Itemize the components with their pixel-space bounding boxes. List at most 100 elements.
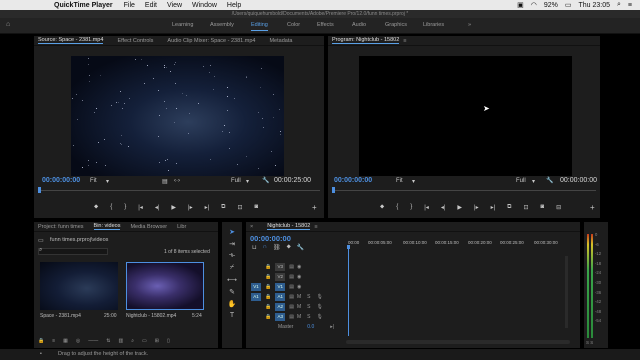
timeline-scrollbar[interactable] [346,340,570,344]
program-menu-icon[interactable]: ≡ [403,38,406,44]
mic-icon[interactable]: 🎙 [316,294,322,300]
selection-tool-icon[interactable]: ➤ [229,228,235,236]
menu-help[interactable]: Help [227,2,241,9]
lock-icon[interactable]: 🔒 [265,284,271,290]
source-patch[interactable]: A1 [251,293,261,301]
hand-tool-icon[interactable]: ✋ [228,300,237,308]
tab-media-browser[interactable]: Media Browser [130,224,167,230]
clip-thumbnail[interactable] [126,262,204,310]
mark-out-icon[interactable]: } [410,204,412,211]
new-item-icon[interactable]: ⊞ [155,338,159,344]
sync-lock-icon[interactable]: ▤ [289,304,294,310]
timeline-timecode[interactable]: 00:00:00:00 [250,234,291,243]
list-view-icon[interactable]: ≡ [52,338,55,344]
notification-center-icon[interactable]: ≡ [628,2,632,9]
step-forward-icon[interactable]: |▸ [188,204,193,211]
lock-icon[interactable]: 🔒 [265,294,271,300]
tab-libraries[interactable]: Libr [177,224,186,230]
solo-icon[interactable]: S [307,294,310,300]
insert-icon[interactable]: ⧉ [221,204,225,211]
battery-icon[interactable]: ▭ [565,1,572,9]
track-target[interactable]: V1 [275,283,286,291]
program-title[interactable]: Program: Nightclub - 15802 [332,37,400,44]
tab-audio-clip-mixer[interactable]: Audio Clip Mixer: Space - 2381.mp4 [167,38,255,44]
mark-in-icon[interactable]: { [396,204,398,211]
timeline-close-icon[interactable]: × [250,224,253,230]
program-playhead[interactable] [332,187,335,193]
tab-effect-controls[interactable]: Effect Controls [117,38,153,44]
source-full-chevron-icon[interactable]: ▾ [246,178,249,185]
program-video-frame[interactable] [359,56,572,176]
extract-icon[interactable]: ⊡ [523,204,528,211]
app-menu[interactable]: QuickTime Player [54,2,113,9]
timeline-playhead[interactable] [348,246,349,336]
program-fit-select[interactable]: Fit [396,178,403,184]
source-settings-icon[interactable]: ▤ [162,178,168,185]
go-to-end-icon[interactable]: ▸| [330,324,334,330]
clock[interactable]: Thu 23:05 [578,2,610,9]
razor-tool-icon[interactable]: ⌿ [230,264,234,272]
go-to-in-icon[interactable]: |◂ [138,204,143,211]
freeform-view-icon[interactable]: ◎ [76,338,80,344]
source-scrub-bar[interactable] [38,190,320,191]
source-full-select[interactable]: Full [231,178,241,184]
lock-icon[interactable]: 🔒 [265,264,271,270]
go-to-out-icon[interactable]: ▸| [491,204,496,211]
track-select-tool-icon[interactable]: ⇥ [229,240,235,248]
marker-icon[interactable]: ⬥ [380,204,384,211]
export-frame-icon[interactable]: ◙ [255,204,259,211]
go-to-in-icon[interactable]: |◂ [424,204,429,211]
tab-source[interactable]: Source: Space - 2381.mp4 [38,37,104,44]
clear-icon[interactable]: ▯ [167,338,170,344]
mute-icon[interactable]: M [297,304,301,310]
pen-tool-icon[interactable]: ✎ [229,288,235,296]
clip-name[interactable]: Space - 2381.mp4 [40,313,81,319]
slip-tool-icon[interactable]: ⟷ [227,276,237,284]
mute-icon[interactable]: M [297,294,301,300]
source-timecode-in[interactable]: 00:00:00:00 [42,177,80,184]
program-scrub-bar[interactable] [332,190,596,191]
mark-in-icon[interactable]: { [110,204,112,211]
wifi-icon[interactable]: ◠ [531,1,537,9]
tab-metadata[interactable]: Metadata [269,38,292,44]
track-target[interactable]: V3 [275,263,286,271]
clip-name[interactable]: Nightclub - 15802.mp4 [126,313,176,319]
source-fit-select[interactable]: Fit [90,178,97,184]
menu-window[interactable]: Window [192,2,217,9]
play-icon[interactable]: ▶ [457,204,462,211]
menu-file[interactable]: File [124,2,135,9]
ripple-edit-tool-icon[interactable]: ⟛ [229,252,235,260]
program-add-button-icon[interactable]: + [590,203,595,212]
solo-icon[interactable]: S [307,314,310,320]
linked-selection-icon[interactable]: ⛓ [273,244,281,251]
type-tool-icon[interactable]: T [230,312,234,319]
timeline-settings-icon[interactable]: 🔧 [297,244,304,251]
menu-view[interactable]: View [167,2,182,9]
workspace-editing[interactable]: Editing [251,22,268,31]
source-dropdown-icon[interactable]: ‹·› [174,178,180,184]
source-fit-chevron-icon[interactable]: ▾ [106,178,109,185]
track-target[interactable]: A3 [275,313,286,321]
mic-icon[interactable]: 🎙 [316,304,322,310]
sync-lock-icon[interactable]: ▤ [289,264,294,270]
camera-icon[interactable]: ▣ [517,1,524,9]
workspace-assembly[interactable]: Assembly [210,22,234,28]
lock-icon[interactable]: 🔒 [265,274,271,280]
step-back-icon[interactable]: ◂| [441,204,446,211]
go-to-out-icon[interactable]: ▸| [205,204,210,211]
comparison-icon[interactable]: ⊟ [556,204,561,211]
lock-icon[interactable]: 🔒 [38,338,44,344]
snap-icon[interactable]: ∩ [263,244,267,251]
mute-icon[interactable]: M [297,314,301,320]
play-icon[interactable]: ▶ [171,204,176,211]
master-volume[interactable]: 0.0 [307,324,314,330]
source-add-button-icon[interactable]: + [312,203,317,212]
eye-icon[interactable]: ◉ [297,274,301,280]
source-playhead[interactable] [38,187,41,193]
track-target[interactable]: A1 [275,293,286,301]
program-fit-chevron-icon[interactable]: ▾ [412,178,415,185]
mic-icon[interactable]: 🎙 [316,314,322,320]
clip-thumbnail[interactable] [40,262,118,310]
export-frame-icon[interactable]: ◙ [541,204,545,211]
home-icon[interactable]: ⌂ [6,21,10,28]
